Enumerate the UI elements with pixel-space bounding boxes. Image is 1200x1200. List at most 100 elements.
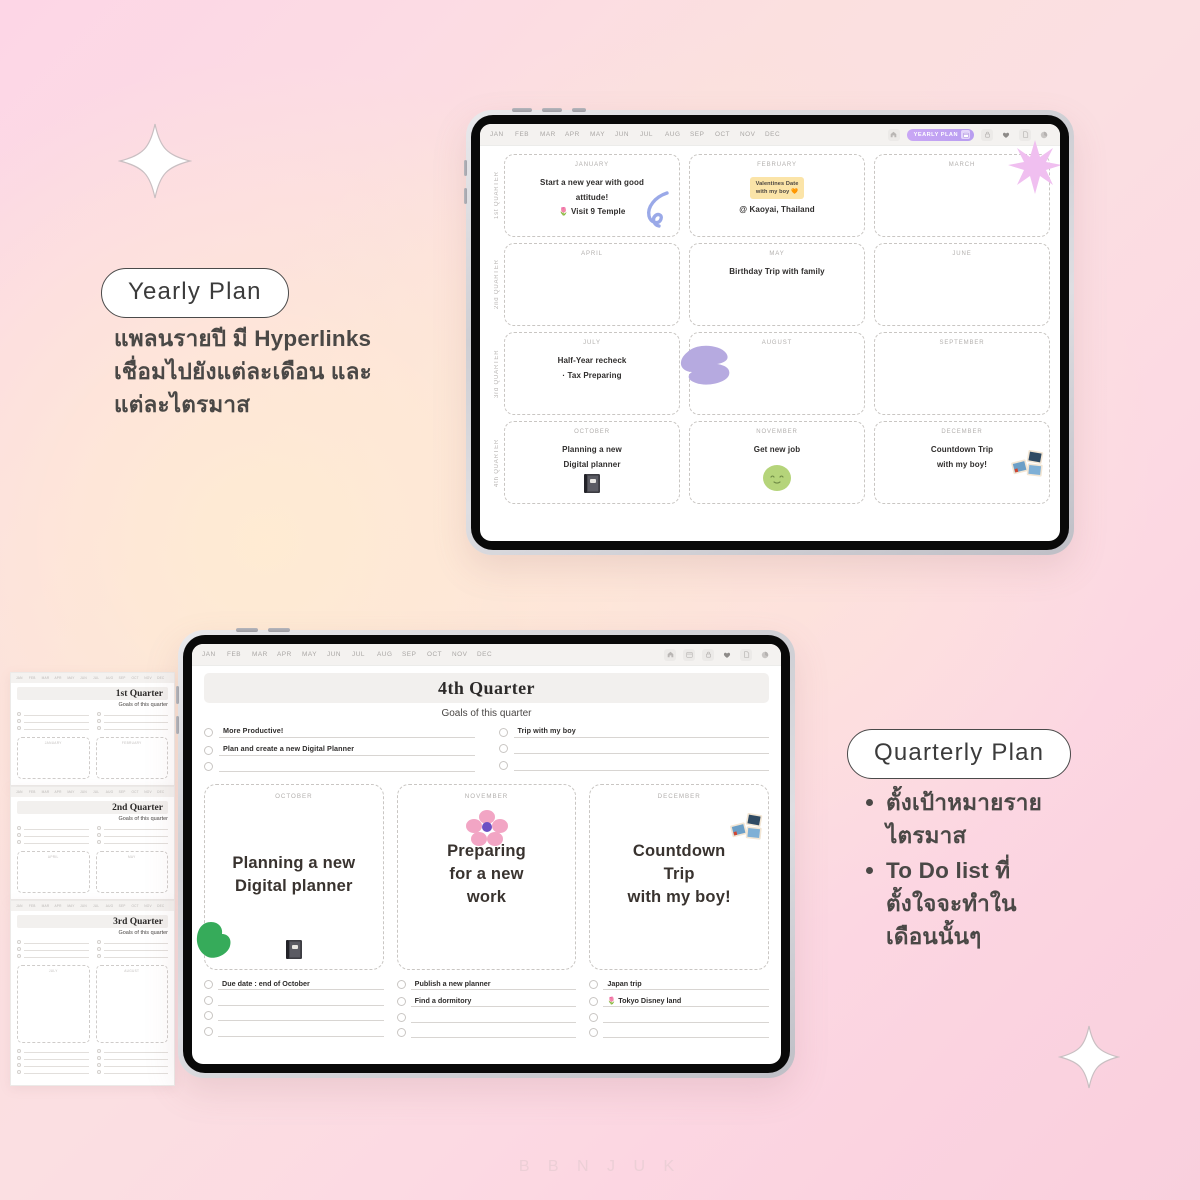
month-card-may[interactable]: MAY Birthday Trip with family bbox=[689, 243, 865, 326]
month-nav-nov[interactable]: NOV bbox=[452, 651, 477, 658]
todo-checkbox[interactable] bbox=[396, 997, 406, 1006]
month-card-body: Get new job bbox=[690, 444, 864, 456]
todo-text[interactable] bbox=[410, 1013, 577, 1023]
goal-text[interactable]: Plan and create a new Digital Planner bbox=[219, 744, 475, 756]
todo-text[interactable]: Due date : end of October bbox=[218, 979, 384, 990]
month-nav-mar[interactable]: MAR bbox=[252, 651, 277, 658]
month-card-december[interactable]: DECEMBER Countdown Trip with my boy! bbox=[874, 421, 1050, 504]
home-icon[interactable] bbox=[887, 128, 900, 141]
goal-text[interactable] bbox=[513, 761, 769, 771]
month-card-april[interactable]: APRIL bbox=[504, 243, 680, 326]
month-card-june[interactable]: JUNE bbox=[874, 243, 1050, 326]
todo-checkbox[interactable] bbox=[204, 980, 213, 989]
month-nav-jul[interactable]: JUL bbox=[640, 131, 665, 138]
month-card-january[interactable]: JANUARY Start a new year with good attitud… bbox=[504, 154, 680, 237]
sheet-subtitle: Goals of this quarter bbox=[118, 816, 168, 822]
month-card-november[interactable]: NOVEMBER Get new job bbox=[689, 421, 865, 504]
month-nav-feb[interactable]: FEB bbox=[227, 651, 252, 658]
sheet-month-nav: JAN FEB MAR APR MAY JUN JUL AUG SEP OCT NOV DEC bbox=[11, 901, 174, 911]
goal-checkbox[interactable] bbox=[498, 727, 508, 737]
goal-text[interactable] bbox=[513, 744, 769, 754]
sheet-month: APR bbox=[54, 904, 62, 908]
goal-checkbox[interactable] bbox=[204, 727, 213, 737]
pen-icon[interactable] bbox=[759, 649, 771, 661]
month-nav-jun[interactable]: JUN bbox=[615, 131, 640, 138]
todo-text[interactable] bbox=[410, 1028, 577, 1038]
month-nav-may[interactable]: MAY bbox=[302, 651, 327, 658]
todo-text[interactable]: Japan trip bbox=[603, 979, 770, 990]
goal-text[interactable] bbox=[219, 762, 475, 772]
todo-text[interactable]: 🌷 Tokyo Disney land bbox=[603, 996, 770, 1007]
yearly-plan-badge[interactable]: YEARLY PLAN bbox=[906, 128, 974, 141]
todo-checkbox[interactable] bbox=[589, 1028, 599, 1037]
quarter-label[interactable]: 2nd QUARTER bbox=[490, 243, 504, 326]
month-card-october[interactable]: OCTOBER Planning a new Digital planner bbox=[504, 421, 680, 504]
month-card-october[interactable]: OCTOBER Planning a new Digital planner bbox=[196, 783, 384, 970]
todo-text[interactable] bbox=[218, 1011, 384, 1021]
note-icon[interactable] bbox=[740, 648, 752, 661]
todo-checkbox[interactable] bbox=[589, 980, 599, 989]
goal-text[interactable]: More Productive! bbox=[219, 726, 475, 738]
month-nav-sep[interactable]: SEP bbox=[402, 651, 427, 658]
lock-icon[interactable] bbox=[702, 648, 714, 661]
todo-checkbox[interactable] bbox=[396, 1012, 406, 1022]
month-card-september[interactable]: SEPTEMBER bbox=[874, 332, 1050, 415]
sheet-month: AUG bbox=[105, 790, 114, 794]
lock-icon[interactable] bbox=[981, 128, 993, 141]
goal-text[interactable]: Trip with my boy bbox=[513, 726, 769, 738]
todo-checkbox[interactable] bbox=[204, 1011, 213, 1020]
month-card-march[interactable]: MARCH bbox=[874, 140, 1060, 237]
month-nav-oct[interactable]: OCT bbox=[427, 651, 452, 658]
month-nav-nov[interactable]: NOV bbox=[740, 131, 765, 138]
todo-checkbox[interactable] bbox=[204, 995, 213, 1005]
sheet-rule bbox=[103, 940, 168, 944]
todo-checkbox[interactable] bbox=[396, 980, 406, 989]
month-nav-sep[interactable]: SEP bbox=[690, 131, 715, 138]
todo-text[interactable]: Find a dormitory bbox=[410, 996, 577, 1007]
home-icon[interactable] bbox=[664, 648, 676, 661]
month-nav-jan[interactable]: JAN bbox=[202, 651, 227, 658]
todo-checkbox[interactable] bbox=[589, 997, 599, 1006]
month-nav-aug[interactable]: AUG bbox=[377, 651, 402, 658]
calendar-icon[interactable] bbox=[683, 648, 695, 661]
todo-checkbox[interactable] bbox=[589, 1012, 599, 1022]
month-nav-jul[interactable]: JUL bbox=[352, 651, 377, 658]
sheet-month: JUN bbox=[80, 790, 87, 794]
todo-text[interactable] bbox=[603, 1028, 770, 1038]
quarter-label[interactable]: 3rd QUARTER bbox=[490, 332, 504, 415]
month-nav-may[interactable]: MAY bbox=[590, 131, 615, 138]
month-nav-oct[interactable]: OCT bbox=[715, 131, 740, 138]
heart-icon[interactable] bbox=[721, 649, 733, 661]
month-nav-feb[interactable]: FEB bbox=[515, 131, 540, 138]
quarter-label[interactable]: 1st QUARTER bbox=[490, 154, 504, 237]
month-nav-mar[interactable]: MAR bbox=[540, 131, 565, 138]
goal-checkbox[interactable] bbox=[498, 744, 508, 753]
todo-text[interactable] bbox=[603, 1013, 770, 1023]
sheet-checkbox bbox=[96, 833, 101, 837]
month-nav-jan[interactable]: JAN bbox=[490, 131, 515, 138]
todo-text[interactable] bbox=[218, 996, 384, 1006]
quarter-goals: More Productive! Plan and create a new Di… bbox=[204, 726, 769, 779]
month-nav-dec[interactable]: DEC bbox=[765, 131, 790, 138]
todo-text[interactable] bbox=[218, 1027, 384, 1037]
month-nav-apr[interactable]: APR bbox=[277, 651, 302, 658]
month-nav-aug[interactable]: AUG bbox=[665, 131, 690, 138]
todo-checkbox[interactable] bbox=[396, 1028, 406, 1037]
month-card-december[interactable]: DECEMBER Countdown Trip with my boy! bbox=[589, 783, 770, 970]
goal-checkbox[interactable] bbox=[498, 760, 508, 770]
month-card-february[interactable]: FEBRUARY Valentines Date with my boy 🧡 @ Ka… bbox=[689, 154, 865, 237]
goal-checkbox[interactable] bbox=[204, 745, 213, 755]
month-card-august[interactable]: AUGUST bbox=[680, 332, 865, 415]
month-card-november[interactable]: NOVEMBER Preparing for a new work bbox=[396, 783, 577, 970]
month-nav-apr[interactable]: APR bbox=[565, 131, 590, 138]
month-nav-jun[interactable]: JUN bbox=[327, 651, 352, 658]
todo-checkbox[interactable] bbox=[204, 1026, 213, 1036]
green-face-sticker bbox=[762, 464, 792, 497]
quarter-label[interactable]: 4th QUARTER bbox=[490, 421, 504, 504]
todo-text[interactable]: Publish a new planner bbox=[410, 979, 577, 990]
todo-row: Japan trip bbox=[589, 979, 770, 990]
month-card-july[interactable]: JULY Half-Year recheck · Tax Preparing bbox=[504, 332, 680, 415]
month-nav-dec[interactable]: DEC bbox=[477, 651, 502, 658]
goal-checkbox[interactable] bbox=[204, 762, 213, 771]
sheet-goal-line bbox=[96, 826, 168, 830]
